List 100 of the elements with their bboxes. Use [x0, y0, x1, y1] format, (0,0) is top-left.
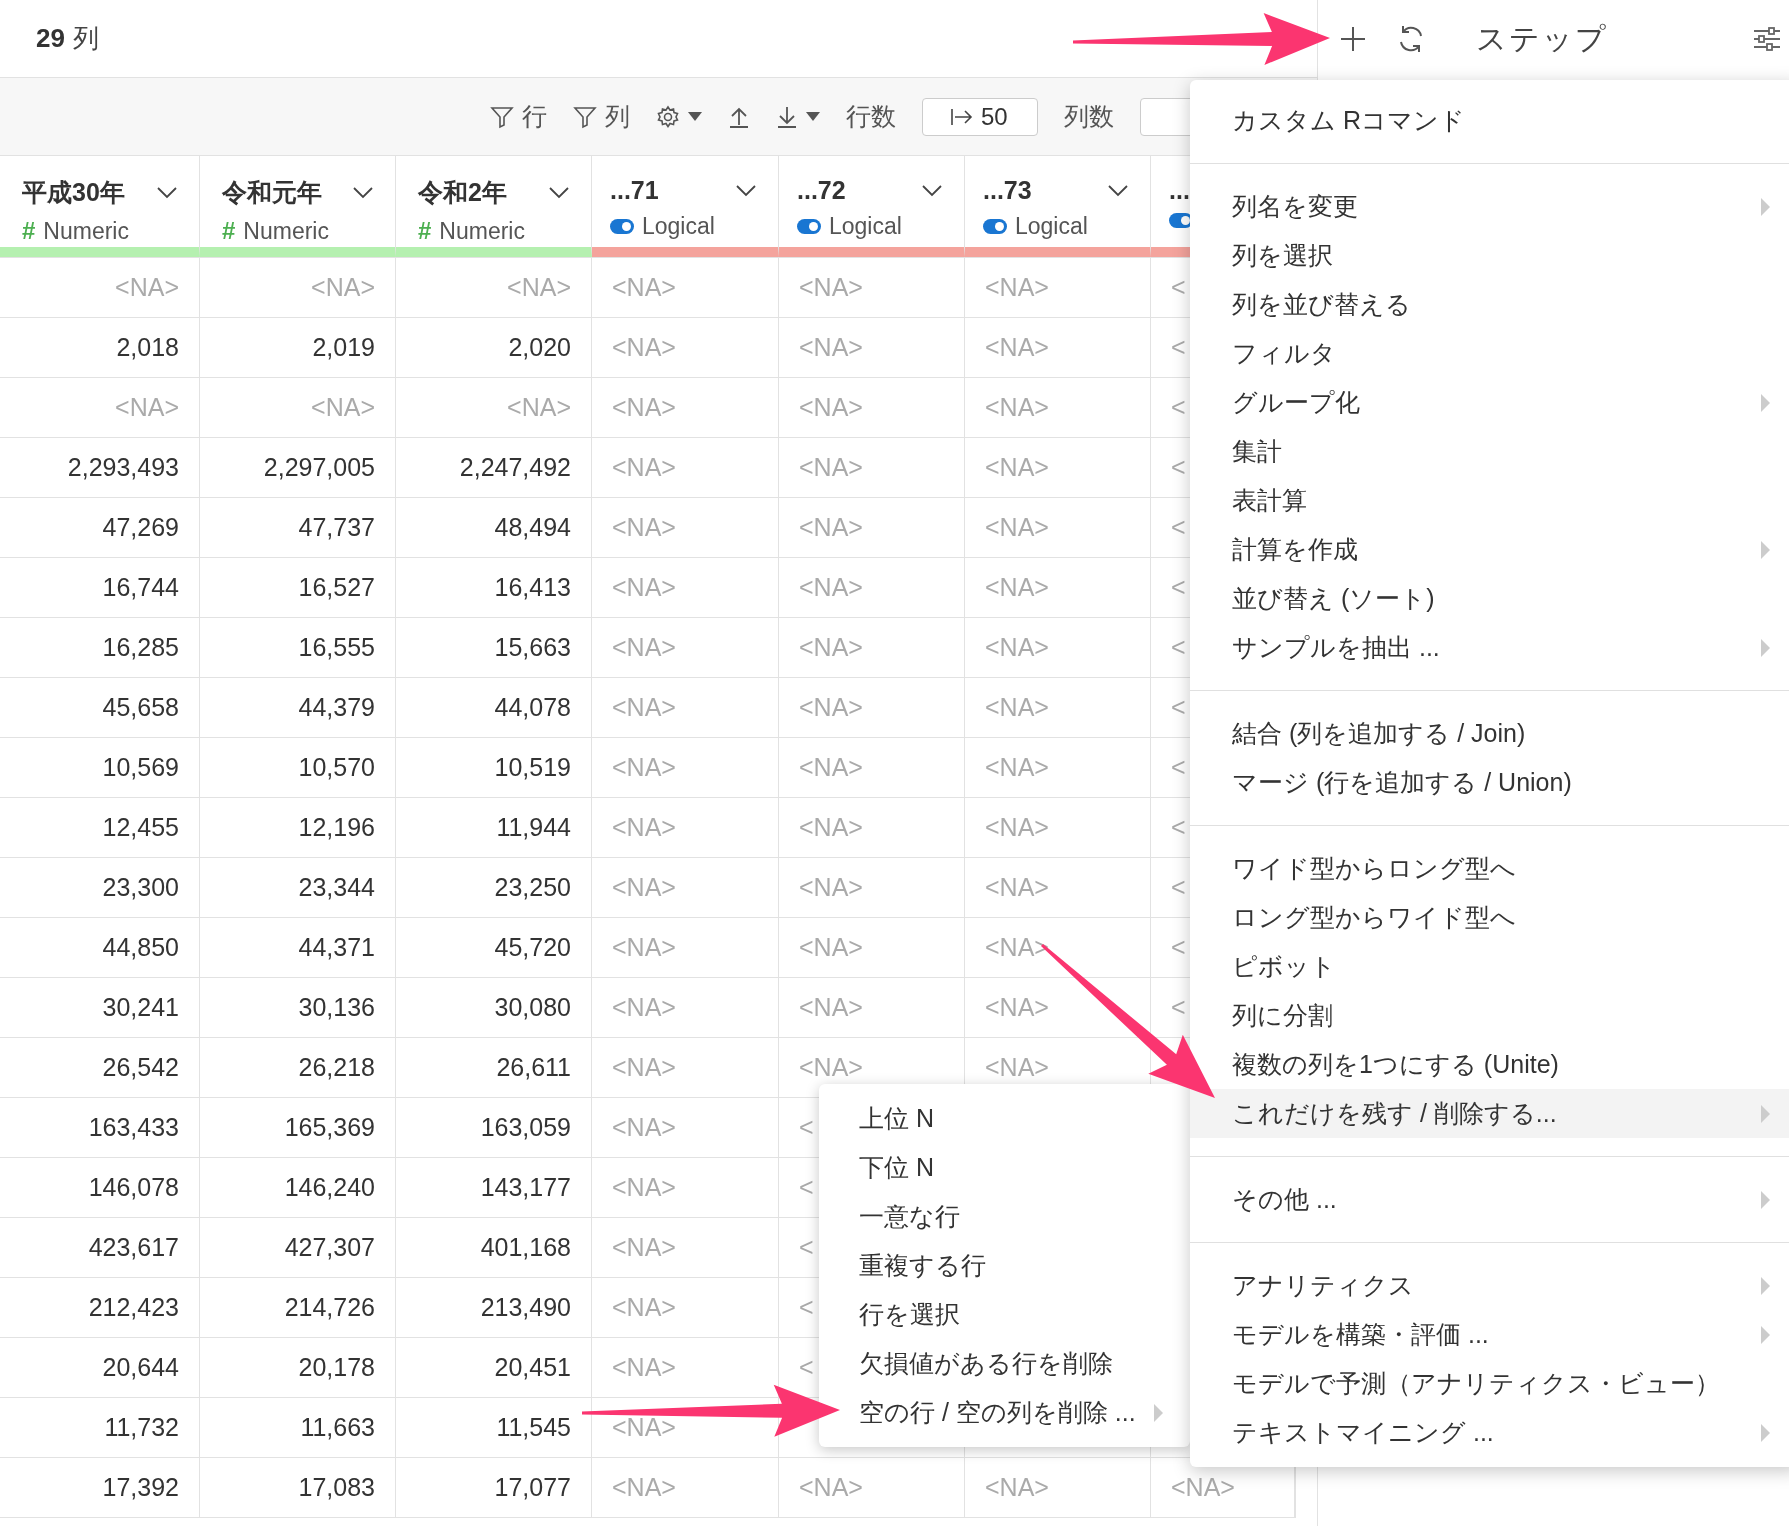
chevron-down-icon[interactable]: [922, 184, 942, 197]
chevron-down-icon[interactable]: [1108, 184, 1128, 197]
menu-item[interactable]: 一意な行: [819, 1192, 1190, 1241]
chevron-down-icon[interactable]: [157, 186, 177, 199]
chevron-down-icon[interactable]: [353, 186, 373, 199]
table-cell: 45,720: [494, 933, 571, 962]
table-cell: 30,136: [298, 993, 375, 1022]
menu-item[interactable]: 列を選択: [1232, 231, 1789, 280]
table-cell: 44,850: [102, 933, 179, 962]
table-cell: <: [1171, 873, 1186, 902]
column-type: Logical: [642, 213, 715, 240]
filter-icon: [573, 104, 597, 129]
table-cell: <NA>: [799, 633, 863, 662]
table-cell: 44,371: [298, 933, 375, 962]
table-cell: 15,663: [494, 633, 571, 662]
table-cell: <: [799, 1113, 814, 1142]
chevron-down-icon[interactable]: [736, 184, 756, 197]
table-cell: <NA>: [612, 933, 676, 962]
table-cell: <NA>: [612, 333, 676, 362]
table-cell: <NA>: [799, 873, 863, 902]
table-cell: 146,078: [88, 1173, 179, 1202]
menu-item[interactable]: 結合 (列を追加する / Join): [1232, 709, 1789, 758]
table-cell: <NA>: [985, 993, 1049, 1022]
table-cell: <NA>: [612, 1473, 676, 1502]
menu-item[interactable]: 並び替え (ソート): [1232, 574, 1789, 623]
hash-icon: #: [222, 217, 236, 245]
column-type: Logical: [829, 213, 902, 240]
menu-item[interactable]: 空の行 / 空の列を削除 ...: [819, 1388, 1190, 1437]
table-cell: 163,059: [480, 1113, 571, 1142]
table-cell: 427,307: [284, 1233, 375, 1262]
table-cell: <: [1171, 933, 1186, 962]
menu-item[interactable]: カスタム Rコマンド: [1232, 96, 1789, 145]
table-cell: <NA>: [799, 993, 863, 1022]
column-name: 平成30年: [22, 177, 125, 208]
table-cell: <NA>: [799, 813, 863, 842]
rows-field[interactable]: 50: [922, 97, 1038, 136]
menu-item[interactable]: これだけを残す / 削除する...: [1190, 1089, 1789, 1138]
menu-item[interactable]: 集計: [1232, 427, 1789, 476]
table-cell: 26,218: [298, 1053, 375, 1082]
column-name: 令和2年: [418, 177, 507, 208]
menu-item[interactable]: サンプルを抽出 ...: [1232, 623, 1789, 672]
menu-item[interactable]: フィルタ: [1232, 329, 1789, 378]
columns-label: 列数: [1064, 101, 1114, 132]
table-cell: 23,300: [102, 873, 179, 902]
menu-item[interactable]: 複数の列を1つにする (Unite): [1232, 1040, 1789, 1089]
menu-item[interactable]: 上位 N: [819, 1094, 1190, 1143]
menu-item[interactable]: モデルを構築・評価 ...: [1232, 1310, 1789, 1359]
menu-item[interactable]: 行を選択: [819, 1290, 1190, 1339]
menu-item[interactable]: 列を並び替える: [1232, 280, 1789, 329]
table-cell: 30,080: [494, 993, 571, 1022]
column-filter-button[interactable]: 列: [573, 100, 630, 133]
menu-item[interactable]: 下位 N: [819, 1143, 1190, 1192]
menu-item[interactable]: 計算を作成: [1232, 525, 1789, 574]
settings-icon[interactable]: [1753, 26, 1781, 52]
table-cell: <NA>: [985, 633, 1049, 662]
menu-item[interactable]: テキストマイニング ...: [1232, 1408, 1789, 1457]
rows-label: 行数: [846, 101, 896, 132]
table-cell: 16,413: [494, 573, 571, 602]
table-cell: 20,178: [298, 1353, 375, 1382]
add-icon[interactable]: [1340, 26, 1366, 52]
hash-icon: #: [22, 217, 36, 245]
table-cell: <NA>: [612, 573, 676, 602]
table-cell: 12,455: [102, 813, 179, 842]
menu-item[interactable]: 列名を変更: [1232, 182, 1789, 231]
menu-item[interactable]: グループ化: [1232, 378, 1789, 427]
menu-item[interactable]: アナリティクス: [1232, 1261, 1789, 1310]
table-cell: <NA>: [612, 273, 676, 302]
column-type: Numeric: [243, 217, 329, 245]
table-cell: <NA>: [985, 1473, 1049, 1502]
table-cell: <: [1171, 993, 1186, 1022]
table-cell: <NA>: [612, 453, 676, 482]
menu-item[interactable]: ロング型からワイド型へ: [1232, 893, 1789, 942]
table-cell: <NA>: [311, 273, 375, 302]
menu-item[interactable]: 表計算: [1232, 476, 1789, 525]
column-type: Logical: [1015, 213, 1088, 240]
table-cell: 47,737: [298, 513, 375, 542]
menu-item[interactable]: マージ (行を追加する / Union): [1232, 758, 1789, 807]
row-filter-button[interactable]: 行: [490, 100, 547, 133]
menu-item[interactable]: ワイド型からロング型へ: [1232, 844, 1789, 893]
column-name: ...73: [983, 176, 1032, 205]
table-cell: 146,240: [284, 1173, 375, 1202]
menu-item[interactable]: その他 ...: [1232, 1175, 1789, 1224]
menu-item[interactable]: 列に分割: [1232, 991, 1789, 1040]
menu-item[interactable]: 重複する行: [819, 1241, 1190, 1290]
chevron-down-icon[interactable]: [549, 186, 569, 199]
menu-item[interactable]: モデルで予測（アナリティクス・ビュー）: [1232, 1359, 1789, 1408]
table-cell: <NA>: [985, 1053, 1049, 1082]
table-cell: <: [1171, 693, 1186, 722]
table-cell: <NA>: [985, 333, 1049, 362]
column-name: ...: [1169, 176, 1190, 205]
table-cell: 11,663: [300, 1413, 375, 1442]
table-cell: 214,726: [284, 1293, 375, 1322]
table-cell: <NA>: [985, 933, 1049, 962]
download-button[interactable]: [776, 104, 820, 129]
table-cell: 423,617: [88, 1233, 179, 1262]
table-cell: 401,168: [480, 1233, 571, 1262]
toggle-icon: [983, 219, 1007, 234]
menu-item[interactable]: ピボット: [1232, 942, 1789, 991]
settings-button[interactable]: [656, 104, 702, 129]
menu-item[interactable]: 欠損値がある行を削除: [819, 1339, 1190, 1388]
